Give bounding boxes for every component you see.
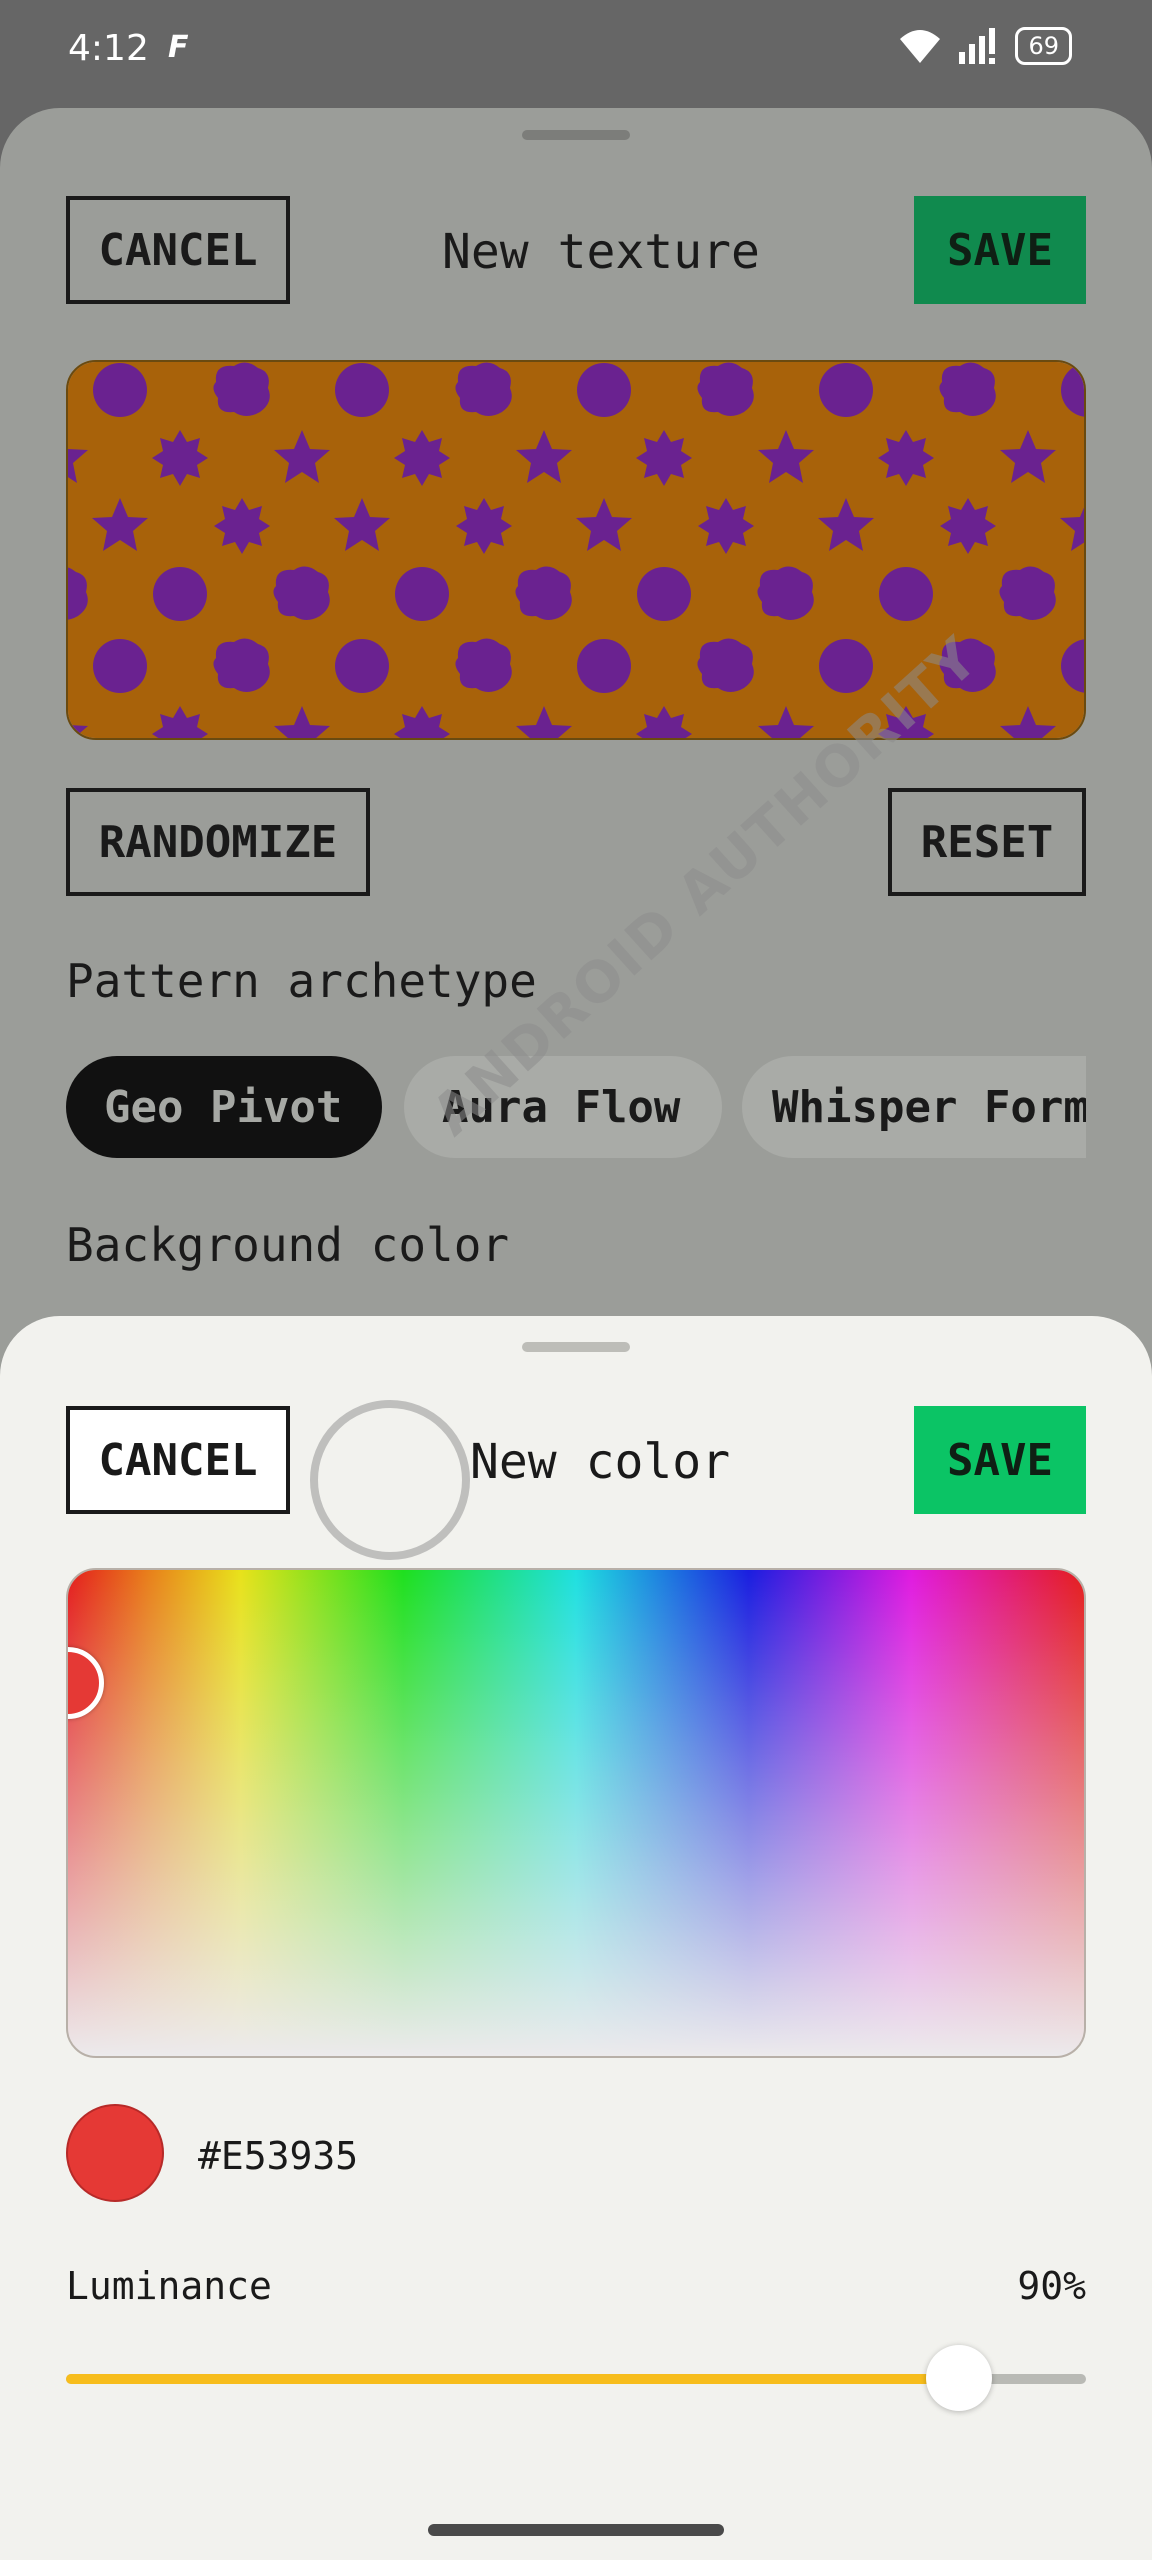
luminance-slider-thumb[interactable] xyxy=(925,2345,992,2411)
gesture-nav-bar[interactable] xyxy=(428,2524,724,2536)
background-color-label: Background color xyxy=(66,1218,510,1272)
sheet-drag-handle[interactable] xyxy=(522,130,630,140)
luminance-slider[interactable] xyxy=(66,2345,1086,2411)
color-sheet-drag-handle[interactable] xyxy=(522,1342,630,1352)
pattern-chip-list: Geo Pivot Aura Flow Whisper Form xyxy=(66,1056,1086,1158)
selected-color-swatch xyxy=(66,2104,164,2202)
watermark-logo-icon xyxy=(310,1400,470,1560)
color-save-button[interactable]: SAVE xyxy=(914,1406,1086,1514)
status-icons: 69 xyxy=(897,26,1072,66)
hex-value[interactable]: #E53935 xyxy=(198,2134,358,2178)
texture-save-button[interactable]: SAVE xyxy=(914,196,1086,304)
status-time: 4:12 xyxy=(68,28,149,69)
app-notification-icon: F xyxy=(168,30,189,65)
pattern-archetype-label: Pattern archetype xyxy=(66,954,537,1008)
wifi-icon xyxy=(900,30,941,63)
luminance-value: 90% xyxy=(1017,2264,1086,2308)
color-cancel-button[interactable]: CANCEL xyxy=(66,1406,290,1514)
chip-whisper-form[interactable]: Whisper Form xyxy=(742,1056,1086,1158)
randomize-button[interactable]: RANDOMIZE xyxy=(66,788,370,896)
texture-cancel-button[interactable]: CANCEL xyxy=(66,196,290,304)
luminance-slider-fill xyxy=(66,2374,959,2384)
texture-sheet-title: New texture xyxy=(442,224,760,280)
color-spectrum[interactable] xyxy=(66,1568,1086,2058)
luminance-label: Luminance xyxy=(66,2264,272,2308)
color-picker-knob[interactable] xyxy=(68,1647,104,1719)
battery-icon: 69 xyxy=(1015,27,1072,65)
chip-geo-pivot[interactable]: Geo Pivot xyxy=(66,1056,382,1158)
color-sheet-title: New color xyxy=(470,1434,731,1490)
color-sheet: CANCEL New color SAVE #E53935 Luminance … xyxy=(0,1316,1152,2560)
signal-icon xyxy=(959,28,996,64)
status-bar: 4:12 F 69 xyxy=(0,0,1152,100)
reset-button[interactable]: RESET xyxy=(888,788,1086,896)
